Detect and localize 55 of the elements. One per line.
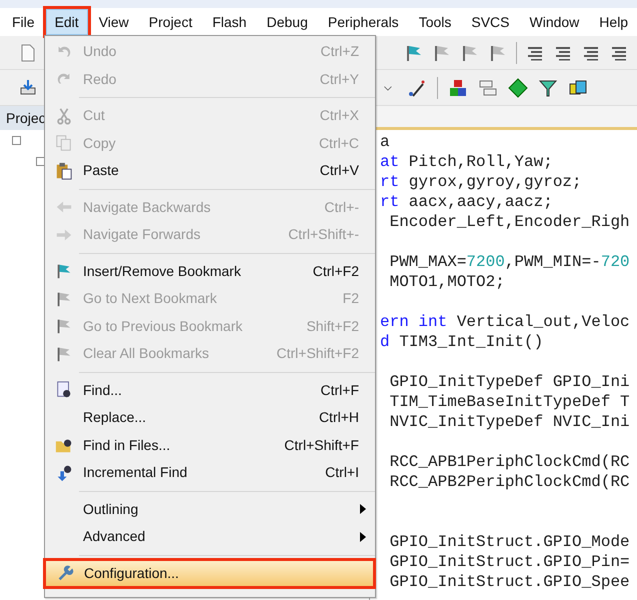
flag-icon — [55, 317, 73, 336]
menu-bar-item[interactable]: Window — [520, 9, 588, 35]
arrow-search-icon — [55, 464, 73, 482]
wrench-icon — [56, 564, 74, 582]
scissors-icon — [55, 106, 73, 125]
menu-item[interactable]: Find... Ctrl+F — [45, 376, 375, 404]
code-line: rt aacx,aacy,aacz; — [380, 192, 554, 212]
code-line: rt gyrox,gyroy,gyroz; — [380, 172, 583, 192]
menu-item[interactable]: Find in Files... Ctrl+Shift+F — [45, 432, 375, 459]
code-line: GPIO_InitTypeDef GPIO_Ini — [388, 372, 631, 392]
menu-bar-item[interactable]: File — [3, 9, 44, 35]
windows-icon[interactable] — [478, 78, 498, 98]
menu-item[interactable]: Configuration... — [45, 560, 374, 587]
find-icon — [55, 381, 73, 400]
menu-bar-item[interactable]: Tools — [410, 9, 460, 35]
code-line: GPIO_InitStruct.GPIO_Spee — [388, 572, 631, 592]
layers-icon[interactable] — [568, 78, 588, 98]
code-line: TIM_TimeBaseInitTypeDef T — [388, 392, 631, 412]
menu-bar-item[interactable]: SVCS — [462, 9, 518, 35]
paste-icon — [55, 162, 73, 180]
code-line: NVIC_InitTypeDef NVIC_Ini — [388, 412, 631, 432]
funnel-icon[interactable] — [538, 78, 558, 98]
code-line: d TIM3_Int_Init() — [380, 332, 544, 352]
menu-item[interactable]: Paste Ctrl+V — [45, 157, 375, 184]
code-line: RCC_APB1PeriphClockCmd(RC — [388, 452, 631, 472]
blocks-icon[interactable] — [448, 78, 468, 98]
code-line: RCC_APB2PeriphClockCmd(RC — [388, 472, 631, 492]
panel-title: Projec — [6, 108, 46, 128]
code-line: MOTO1,MOTO2; — [388, 272, 506, 292]
menu-item[interactable]: Replace... Ctrl+H — [45, 404, 375, 432]
menu-item[interactable]: Incremental Find Ctrl+I — [45, 459, 375, 486]
menu-item[interactable]: Outlining — [45, 496, 375, 523]
wand-icon[interactable] — [407, 78, 427, 98]
menu-item[interactable]: Insert/Remove Bookmark Ctrl+F2 — [45, 258, 375, 285]
code-line: a — [380, 132, 391, 152]
menu-bar-item[interactable]: Help — [590, 9, 637, 35]
code-line: GPIO_InitStruct.GPIO_Mode — [388, 532, 631, 552]
diamond-icon[interactable] — [508, 78, 528, 98]
code-line: GPIO_InitStruct.GPIO_Pin= — [388, 552, 631, 572]
code-line: Encoder_Left,Encoder_Righ — [388, 212, 631, 232]
menu-bar-item[interactable]: Debug — [258, 9, 317, 35]
download-icon[interactable] — [18, 78, 38, 98]
menu-bar-item[interactable]: Project — [140, 9, 202, 35]
menu-bar-item[interactable]: View — [90, 9, 138, 35]
menu-item[interactable]: Advanced — [45, 523, 375, 550]
copy-icon — [55, 134, 73, 152]
menu-bar-item[interactable]: Edit — [46, 9, 88, 35]
code-line: at Pitch,Roll,Yaw; — [380, 152, 554, 172]
code-line: PWM_MAX=7200,PWM_MIN=-720 — [388, 252, 631, 272]
flag-icon — [55, 344, 73, 363]
flag-icon — [55, 290, 73, 308]
menu-bar-item[interactable]: Peripherals — [318, 9, 408, 35]
code-line: ern int Vertical_out,Veloc — [380, 312, 631, 332]
menu-bar-item[interactable]: Flash — [203, 9, 256, 35]
flag-icon — [55, 262, 73, 280]
